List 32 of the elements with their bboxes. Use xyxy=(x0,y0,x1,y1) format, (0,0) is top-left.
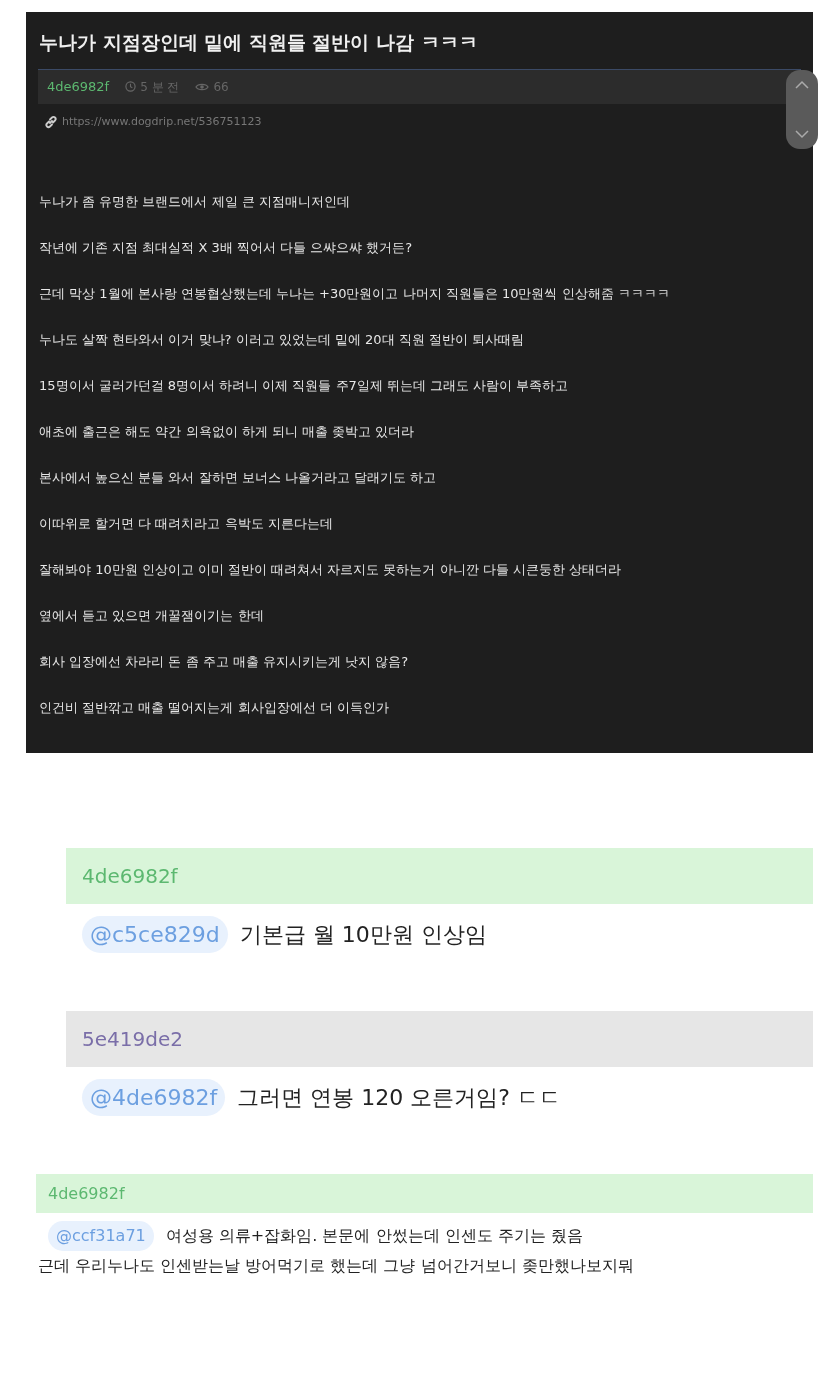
post-paragraph: 옆에서 듣고 있으면 개꿀잼이기는 한데 xyxy=(39,607,265,625)
view-count: 66 xyxy=(213,78,229,96)
post-paragraph: 인건비 절반깎고 매출 떨어지는게 회사입장에선 더 이득인가 xyxy=(39,699,390,717)
comment-text: 근데 우리누나도 인센받는날 방어먹기로 했는데 그냥 넘어간거보니 좆만했나보지뭐 xyxy=(38,1255,634,1277)
comment-text: 기본급 월 10만원 인상임 xyxy=(239,921,487,949)
comment-text: 그러면 연봉 120 오른거임? ㄷㄷ xyxy=(237,1084,561,1112)
post-paragraph: 누나가 좀 유명한 브랜드에서 제일 큰 지점매니저인데 xyxy=(39,193,351,211)
author-name[interactable]: 4de6982f xyxy=(47,76,110,97)
post-paragraph: 본사에서 높으신 분들 와서 잘하면 보너스 나올거라고 달래기도 하고 xyxy=(39,469,438,487)
eye-icon xyxy=(195,81,210,92)
post-paragraph: 회사 입장에선 차라리 돈 좀 주고 매출 유지시키는게 낫지 않음? xyxy=(39,653,410,671)
mention-tag[interactable]: @c5ce829d xyxy=(82,916,228,953)
mention-tag[interactable]: @ccf31a71 xyxy=(48,1221,154,1251)
comment-author[interactable]: 5e419de2 xyxy=(82,1024,183,1054)
comment-author[interactable]: 4de6982f xyxy=(82,861,178,891)
comment-text: 여성용 의류+잡화임. 본문에 안썼는데 인센도 주기는 줬음 xyxy=(165,1225,583,1247)
mention-tag[interactable]: @4de6982f xyxy=(82,1079,226,1116)
post-paragraph: 근데 막상 1월에 본사랑 연봉협상했는데 누나는 +30만원이고 나머지 직원들은 10만원씩 인상해줌 ㅋㅋㅋㅋ xyxy=(39,285,671,303)
chevron-up-icon[interactable] xyxy=(795,80,809,89)
post-paragraph: 잘해봐야 10만원 인상이고 이미 절반이 때려쳐서 자르지도 못하는거 아니깐 다들 시큰둥한 상태더라 xyxy=(39,561,622,579)
post-paragraph: 이따위로 할거면 다 때려치라고 윽박도 지른다는데 xyxy=(39,515,334,533)
post-paragraph: 누나도 살짝 현타와서 이거 맞나? 이러고 있었는데 밑에 20대 직원 절반이 퇴사때림 xyxy=(39,331,525,349)
chevron-down-icon[interactable] xyxy=(795,130,809,139)
comment-author[interactable]: 4de6982f xyxy=(48,1181,125,1206)
scroll-widget[interactable] xyxy=(786,70,818,149)
link-icon xyxy=(44,114,58,129)
clock-icon xyxy=(125,81,137,92)
post-paragraph: 작년에 기존 지점 최대실적 X 3배 찍어서 다들 으쌰으쌰 했거든? xyxy=(39,239,414,257)
post-paragraph: 애초에 출근은 해도 약간 의욕없이 하게 되니 매출 좆박고 있더라 xyxy=(39,423,416,441)
post-paragraph: 15명이서 굴러가던걸 8명이서 하려니 이제 직원들 주7일제 뛰는데 그래도 사람이 부족하고 xyxy=(39,377,570,395)
source-link[interactable]: https://www.dogdrip.net/536751123 xyxy=(62,113,262,130)
post-title: 누나가 지점장인데 밑에 직원들 절반이 나감 ㅋㅋㅋ xyxy=(39,30,479,55)
